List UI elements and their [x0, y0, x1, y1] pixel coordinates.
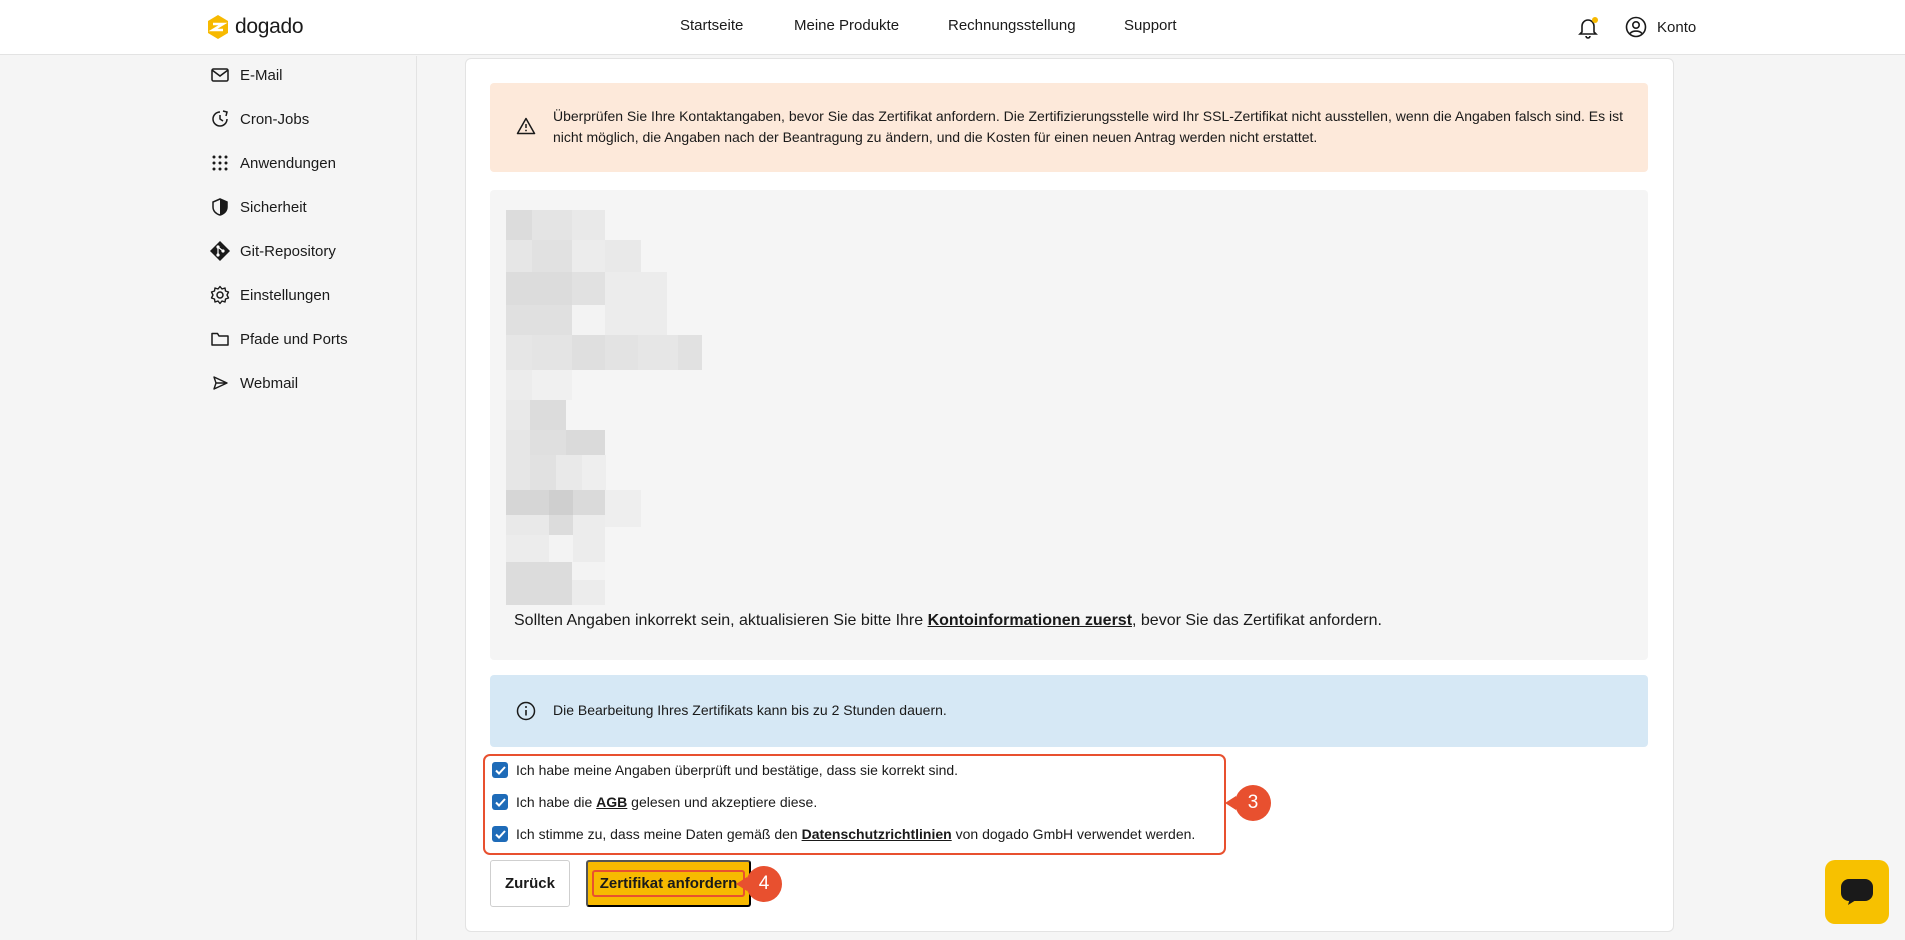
checkmark-icon: [494, 765, 506, 775]
folder-icon: [211, 332, 229, 346]
sidebar-item-label: E-Mail: [240, 66, 283, 84]
sidebar-item-webmail[interactable]: Webmail: [210, 371, 298, 395]
privacy-policy-link[interactable]: Datenschutzrichtlinien: [802, 826, 952, 842]
info-icon: [516, 701, 536, 721]
account-label: Konto: [1657, 18, 1697, 36]
consent-text: gelesen und akzeptiere diese.: [627, 794, 818, 810]
step-badge-4: 4: [736, 866, 782, 902]
notice-text-before: Sollten Angaben inkorrekt sein, aktualis…: [514, 612, 928, 629]
checkbox-verified[interactable]: [492, 762, 508, 778]
consent-label: Ich habe meine Angaben überprüft und bes…: [516, 762, 959, 778]
contact-details-panel: Sollten Angaben inkorrekt sein, aktualis…: [490, 190, 1648, 660]
account-menu[interactable]: Konto: [1625, 16, 1696, 38]
consent-label: Ich stimme zu, dass meine Daten gemäß de…: [516, 826, 1195, 842]
warning-icon: [516, 117, 536, 135]
consent-text: Ich habe die: [516, 794, 597, 810]
warning-banner: Überprüfen Sie Ihre Kontaktangaben, bevo…: [490, 83, 1648, 172]
gear-icon: [210, 285, 230, 305]
request-certificate-button[interactable]: Zertifikat anfordern: [586, 860, 751, 907]
sidebar-item-label: Sicherheit: [240, 198, 307, 216]
consent-row-privacy: Ich stimme zu, dass meine Daten gemäß de…: [492, 826, 1195, 842]
nav-rechnungsstellung[interactable]: Rechnungsstellung: [948, 17, 1076, 34]
consent-text: Ich stimme zu, dass meine Daten gemäß de…: [516, 826, 802, 842]
sidebar-item-cron-jobs[interactable]: Cron-Jobs: [210, 107, 309, 131]
main-nav: Startseite Meine Produkte Rechnungsstell…: [0, 17, 1905, 37]
sidebar-item-label: Webmail: [240, 374, 299, 392]
step-badge-3: 3: [1225, 785, 1271, 821]
sidebar-item-label: Git-Repository: [240, 242, 336, 260]
sidebar-item-pfade-und-ports[interactable]: Pfade und Ports: [210, 327, 348, 351]
notice-text-after: , bevor Sie das Zertifikat anfordern.: [1132, 612, 1382, 629]
account-info-link[interactable]: Kontoinformationen zuerst: [928, 612, 1132, 629]
sidebar-item-git-repository[interactable]: Git-Repository: [210, 239, 336, 263]
clock-icon: [212, 110, 228, 127]
warning-text: Überprüfen Sie Ihre Kontaktangaben, bevo…: [553, 108, 1623, 145]
redacted-contact-image: [506, 210, 702, 605]
sidebar-item-email[interactable]: E-Mail: [210, 63, 283, 87]
send-icon: [213, 376, 228, 390]
nav-meine-produkte[interactable]: Meine Produkte: [794, 17, 899, 34]
user-icon: [1625, 16, 1647, 38]
sidebar-item-label: Anwendungen: [240, 154, 336, 172]
nav-startseite[interactable]: Startseite: [680, 17, 743, 34]
sidebar-item-anwendungen[interactable]: Anwendungen: [210, 151, 336, 175]
checkbox-agb[interactable]: [492, 794, 508, 810]
consent-row-verified: Ich habe meine Angaben überprüft und bes…: [492, 762, 958, 778]
info-banner: Die Bearbeitung Ihres Zertifikats kann b…: [490, 675, 1648, 747]
nav-support[interactable]: Support: [1124, 17, 1177, 34]
checkmark-icon: [494, 829, 506, 839]
consent-row-agb: Ich habe die AGB gelesen und akzeptiere …: [492, 794, 817, 810]
sidebar-item-label: Pfade und Ports: [240, 330, 348, 348]
agb-link[interactable]: AGB: [596, 794, 627, 810]
info-text: Die Bearbeitung Ihres Zertifikats kann b…: [553, 702, 947, 718]
update-account-notice: Sollten Angaben inkorrekt sein, aktualis…: [514, 612, 1382, 630]
shield-icon: [212, 198, 228, 216]
sidebar-item-sicherheit[interactable]: Sicherheit: [210, 195, 307, 219]
consent-checkboxes: Ich habe meine Angaben überprüft und bes…: [483, 754, 1226, 855]
consent-label: Ich habe die AGB gelesen und akzeptiere …: [516, 794, 817, 810]
top-bar: dogado Startseite Meine Produkte Rechnun…: [0, 0, 1905, 55]
git-icon: [210, 241, 230, 261]
mail-icon: [211, 68, 229, 82]
sidebar-item-label: Einstellungen: [240, 286, 331, 304]
consent-text: von dogado GmbH verwendet werden.: [951, 826, 1196, 842]
sidebar-item-label: Cron-Jobs: [240, 110, 310, 128]
grid-icon: [212, 155, 228, 171]
request-certificate-label: Zertifikat anfordern: [591, 870, 746, 897]
chat-icon: [1841, 879, 1873, 905]
sidebar: E-Mail Cron-Jobs Anwendungen Sicherheit …: [0, 56, 417, 940]
checkbox-privacy[interactable]: [492, 826, 508, 842]
bell-icon[interactable]: [1578, 17, 1598, 39]
checkmark-icon: [494, 797, 506, 807]
chat-button[interactable]: [1825, 860, 1889, 924]
back-button[interactable]: Zurück: [490, 860, 570, 907]
sidebar-item-einstellungen[interactable]: Einstellungen: [210, 283, 330, 307]
